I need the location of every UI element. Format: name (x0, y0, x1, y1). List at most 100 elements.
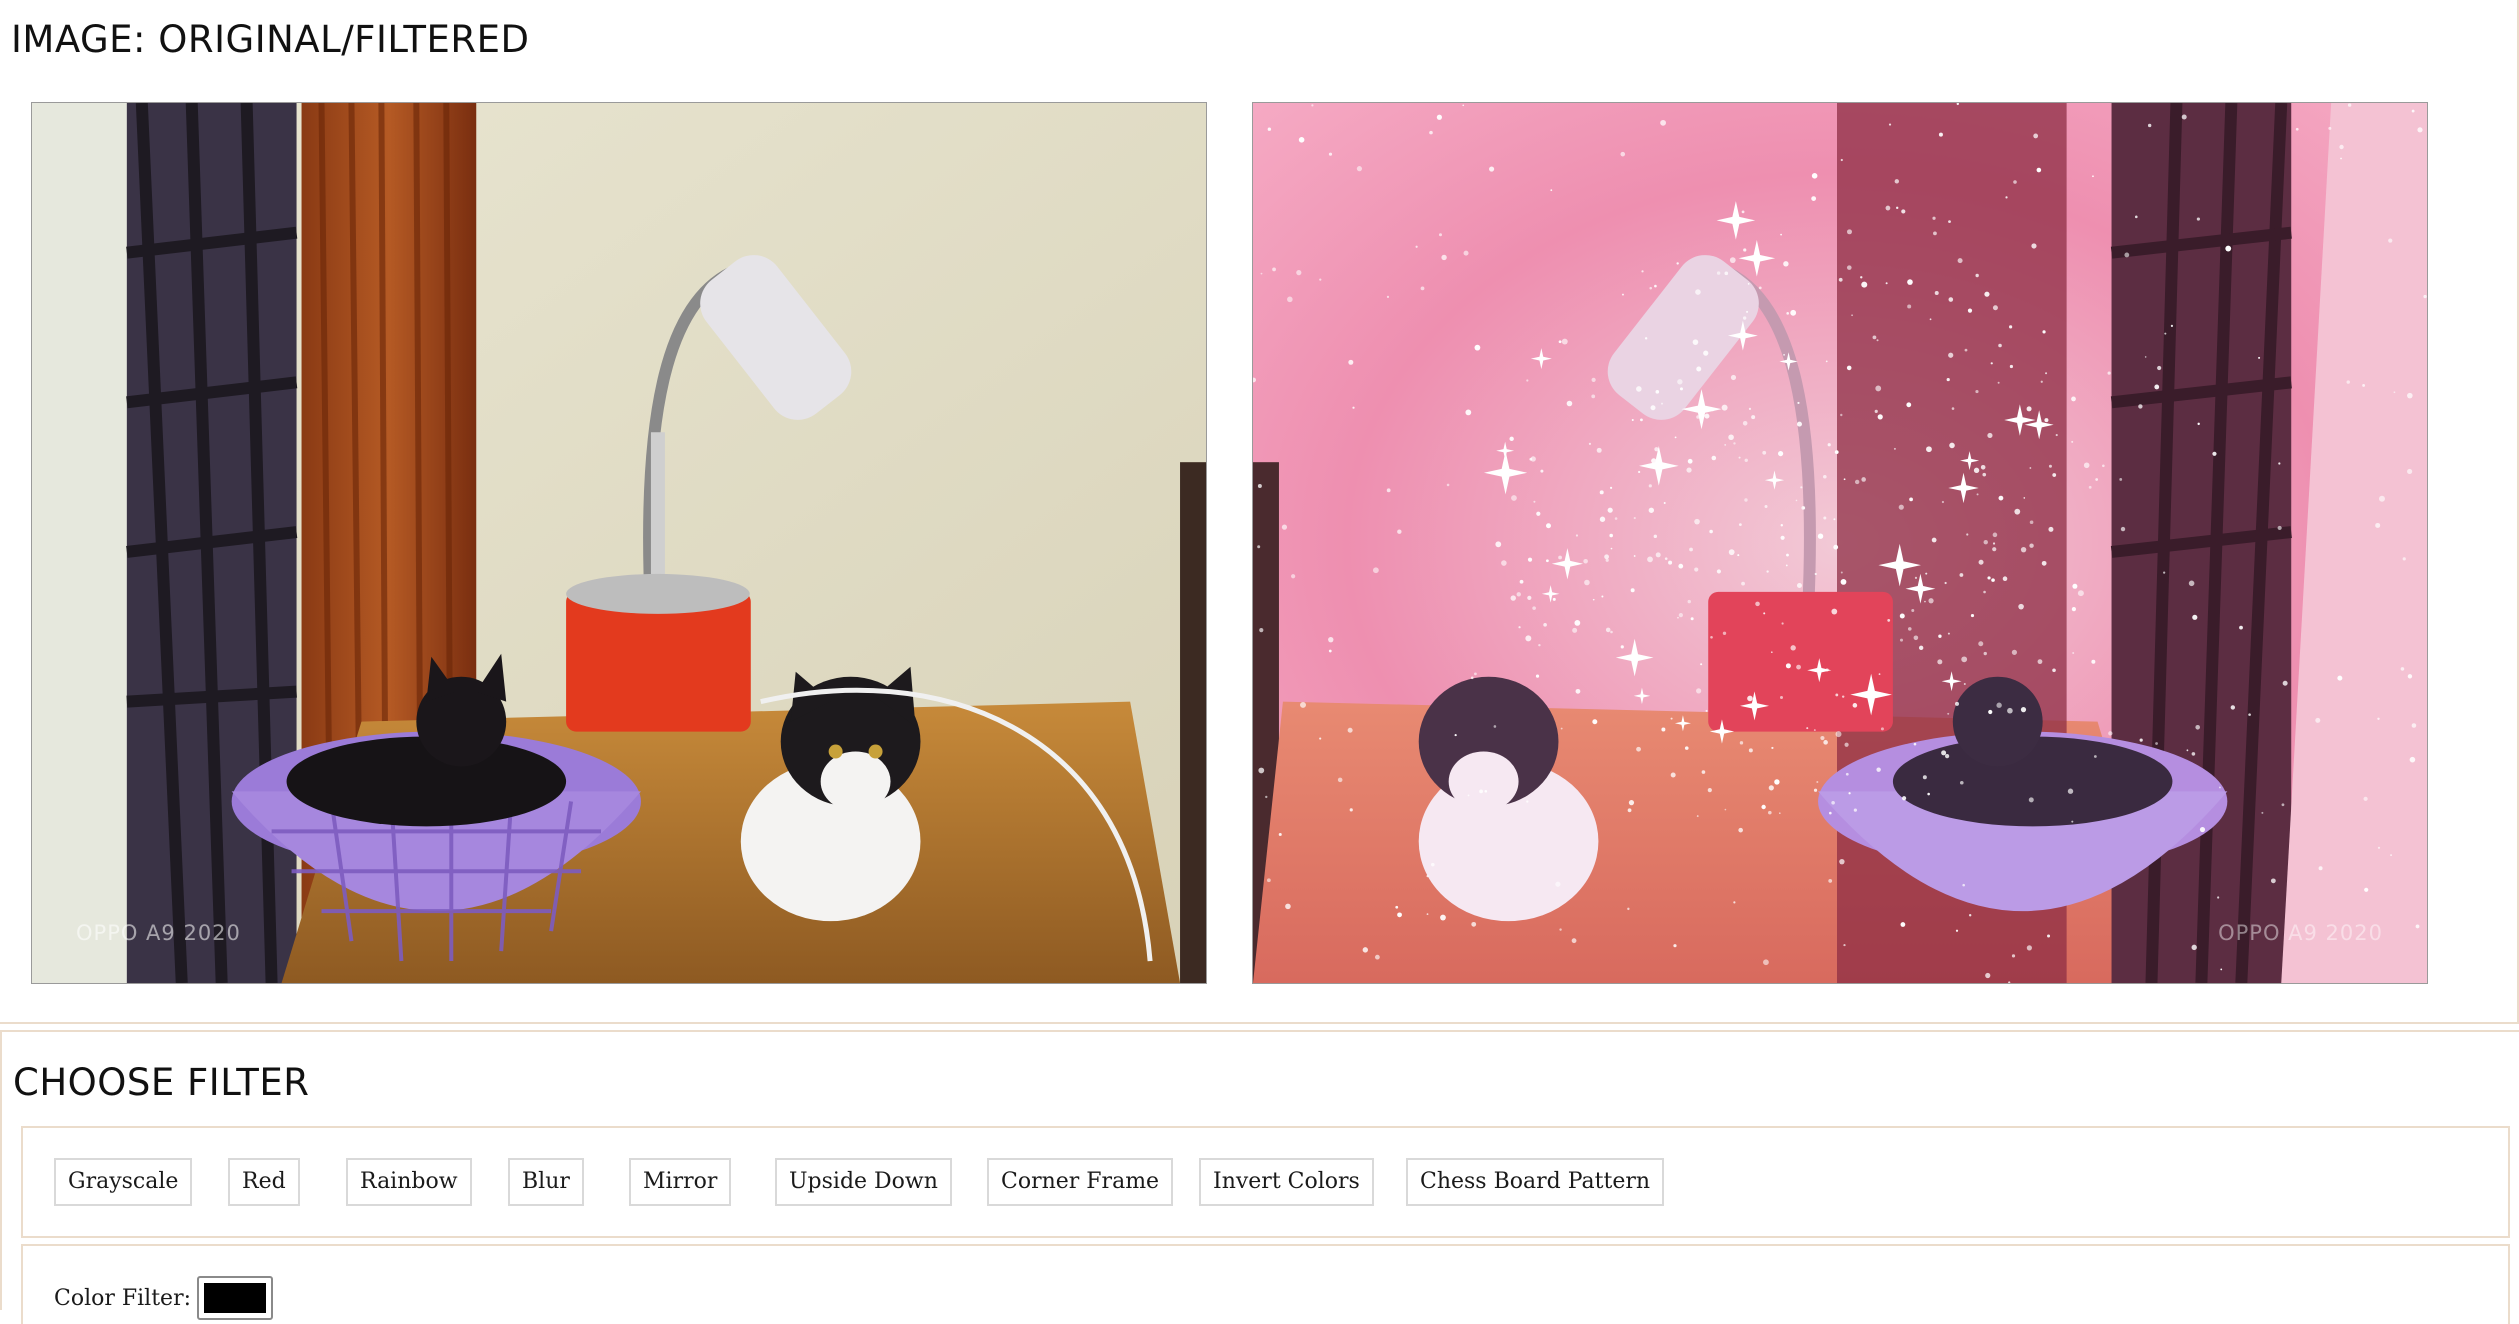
sparkle-dot (1835, 731, 1842, 738)
sparkle-dot (1495, 541, 1502, 548)
sparkle-dot (1627, 808, 1632, 813)
sparkle-dot (2192, 614, 2198, 620)
sparkle-dot (1738, 523, 1742, 527)
sparkle-dot (1546, 523, 1551, 529)
sparkle-dot (1349, 808, 1353, 812)
grayscale-filter-button[interactable]: Grayscale (54, 1158, 193, 1206)
sparkle-dot (1704, 413, 1710, 419)
sparkle-dot (1538, 643, 1541, 647)
sparkle-dot (1441, 254, 1447, 261)
corner-frame-filter-button[interactable]: Corner Frame (987, 1158, 1174, 1206)
sparkle-dot (1797, 401, 1800, 405)
sparkle-dot (2045, 372, 2048, 375)
sparkle-dot (1783, 261, 1789, 267)
sparkle-dot (1838, 277, 1843, 282)
sparkle-dot (1328, 636, 1334, 643)
rainbow-filter-button[interactable]: Rainbow (346, 1158, 472, 1206)
sparkle-dot (1518, 626, 1521, 629)
sparkle-dot (1721, 404, 1728, 411)
sparkle-dot (1660, 119, 1666, 126)
sparkle-dot (1527, 557, 1533, 562)
sparkle-dot (1386, 295, 1390, 298)
sparkle-dot (1319, 737, 1322, 740)
sparkle-dot (1899, 638, 1903, 642)
sparkle-dot (1975, 273, 1979, 278)
sparkle-dot (2181, 114, 2187, 120)
sparkle-dot (1983, 590, 1986, 594)
red-filter-button[interactable]: Red (228, 1158, 300, 1206)
sparkle-dot (1992, 305, 1998, 311)
sparkle-dot (1955, 701, 1959, 706)
sparkle-dot (1532, 606, 1536, 610)
sparkle-dot (2124, 252, 2130, 258)
sparkle-dot (1925, 572, 1928, 575)
sparkle-dot (1695, 289, 1701, 295)
sparkle-dot (2134, 215, 2138, 219)
sparkle-dot (1941, 500, 1945, 504)
sparkle-dot (1694, 567, 1699, 572)
sparkle-dot (2220, 968, 2223, 971)
sparkle-dot (1543, 623, 1547, 627)
sparkle-dot (2362, 384, 2366, 387)
sparkle-dot (2315, 717, 2321, 723)
sparkle-dot (1638, 470, 1641, 474)
chess-board-pattern-filter-button[interactable]: Chess Board Pattern (1406, 1158, 1665, 1206)
sparkle-dot (1922, 775, 1927, 780)
sparkle-dot (2423, 294, 2427, 299)
sparkle-dot (1296, 270, 1302, 276)
sparkle-dot (1546, 559, 1549, 563)
sparkle-dot (1291, 574, 1296, 579)
sparkle-dot (2258, 356, 2261, 359)
sparkle-dot (1648, 484, 1652, 488)
sparkle-dot (1620, 645, 1624, 649)
sparkle-dot (1900, 922, 1906, 927)
sparkle-dot (2157, 365, 2162, 371)
sparkle-dot (2239, 625, 2243, 630)
sparkle-dot (1948, 220, 1951, 224)
sparkle-dot (1846, 265, 1852, 270)
sparkle-dot (1785, 663, 1791, 669)
sparkle-dot (1474, 672, 1477, 676)
sparkle-dot (1755, 601, 1760, 607)
sparkle-dot (2164, 332, 2167, 335)
sparkle-dot (1676, 262, 1679, 265)
sparkle-dot (1937, 659, 1943, 665)
sparkle-dot (1415, 245, 1418, 248)
sparkle-dot (1686, 467, 1692, 473)
sparkle-dot (2261, 811, 2264, 814)
sparkle-dot (1627, 907, 1630, 911)
sparkle-dot (1636, 386, 1642, 392)
sparkle-dot (2014, 508, 2021, 515)
sparkle-dot (1926, 446, 1932, 453)
sparkle-dot (1833, 518, 1836, 521)
sparkle-dot (2067, 788, 2074, 794)
sparkle-dot (2102, 464, 2105, 468)
sparkle-dot (2411, 723, 2417, 728)
sparkle-dot (1493, 725, 1497, 728)
invert-colors-filter-button[interactable]: Invert Colors (1199, 1158, 1374, 1206)
sparkle-dot (1601, 595, 1604, 598)
sparkle-dot (1831, 608, 1838, 615)
blur-filter-button[interactable]: Blur (508, 1158, 584, 1206)
sparkle-dot (1311, 104, 1314, 107)
sparkle-dot (1739, 741, 1744, 745)
sparkle-dot (2020, 546, 2027, 553)
sparkle-dot (2119, 478, 2123, 481)
sparkle-dot (2375, 522, 2381, 528)
upside-down-filter-button[interactable]: Upside Down (775, 1158, 952, 1206)
sparkle-dot (2277, 525, 2282, 531)
sparkle-dot (1840, 579, 1847, 585)
sparkle-dot (1796, 421, 1802, 427)
sparkle-dot (1529, 457, 1533, 461)
sparkle-dot (1436, 114, 1442, 120)
sparkle-dot (1834, 450, 1839, 455)
sparkle-dot (1988, 709, 1993, 715)
sparkle-dot (1738, 827, 1743, 833)
sparkle-dot (2417, 127, 2423, 133)
sparkle-dot (1876, 767, 1881, 772)
mirror-filter-button[interactable]: Mirror (629, 1158, 732, 1206)
sparkle-dot (2278, 462, 2281, 465)
color-filter-picker[interactable] (197, 1276, 273, 1320)
sparkle-dot (2163, 571, 2166, 574)
sparkle-dot (1846, 365, 1852, 371)
